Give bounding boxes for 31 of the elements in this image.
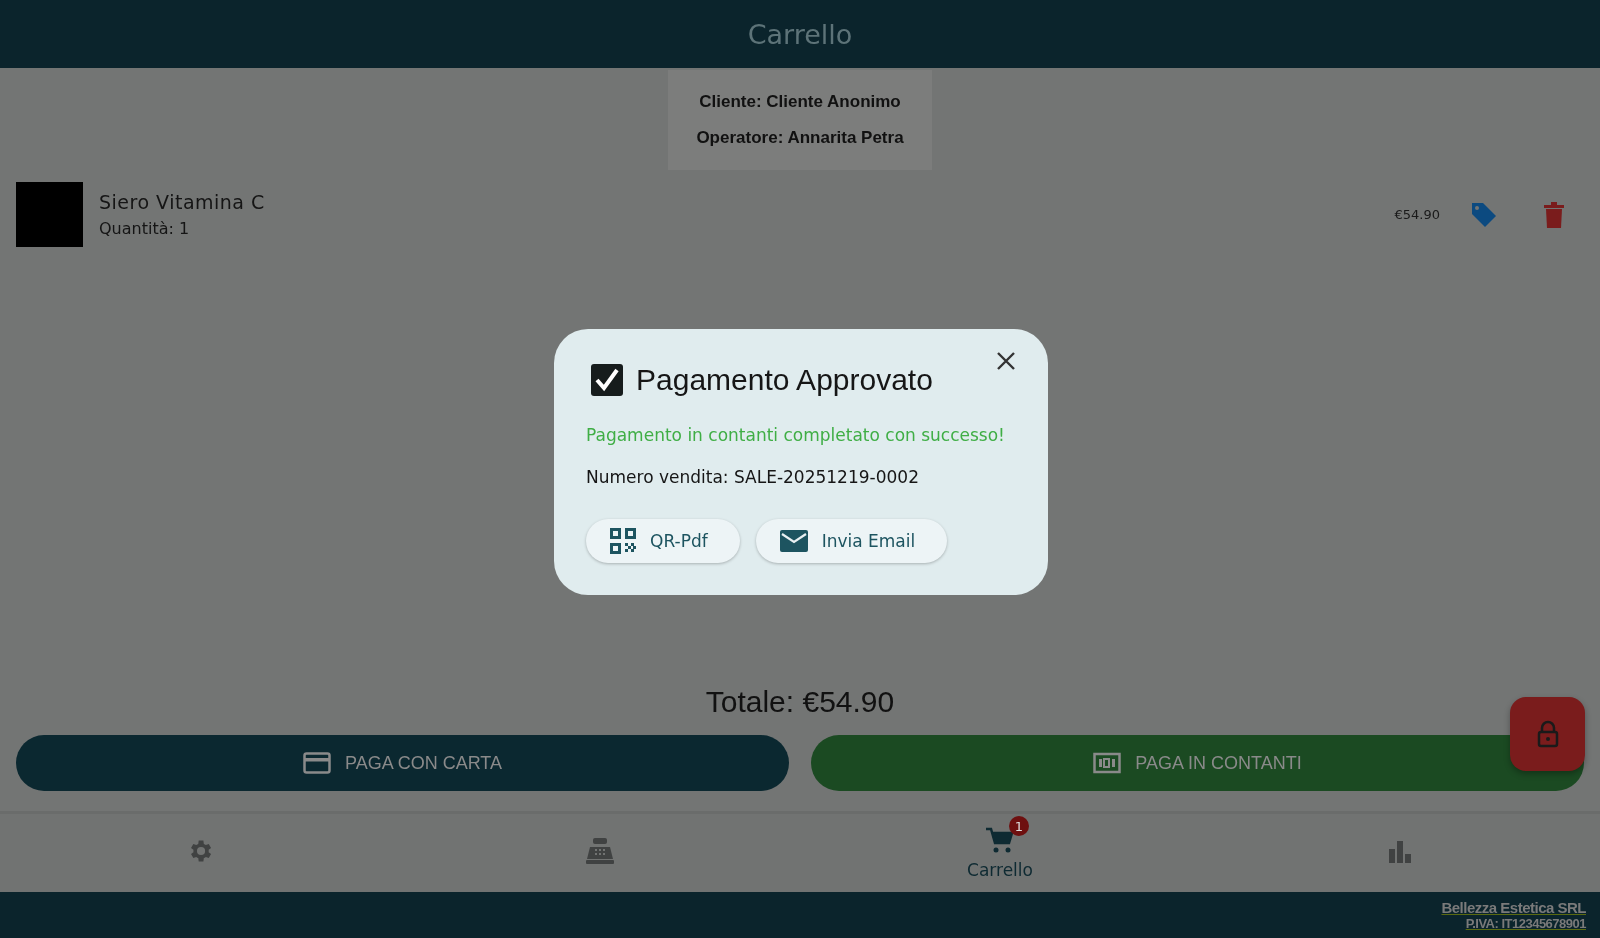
bar-chart-icon [1387,839,1413,863]
product-quantity: Quantità: 1 [99,219,191,238]
dialog-title: Pagamento Approvato [636,363,934,397]
send-email-button[interactable]: Invia Email [755,519,948,563]
sale-number: Numero vendita: SALE-20251219-0002 [586,467,920,487]
close-button[interactable] [996,351,1016,371]
app-title: Carrello [747,18,853,50]
qr-pdf-button[interactable]: QR-Pdf [586,519,740,563]
nav-item[interactable]: 1 Carrello [800,814,1200,892]
vat-number: P.IVA: IT12345678901 [1465,916,1586,931]
cash-register-icon [585,837,615,865]
product-name: Siero Vitamina C [99,191,266,213]
delete-icon[interactable] [1544,201,1564,228]
shopping-cart-icon [985,826,1015,854]
operator-label: Operatore: Annarita Petra [696,128,904,148]
product-price: €54.90 [1394,207,1440,222]
lock-button[interactable] [1510,697,1585,771]
envelope-icon [779,530,808,552]
company-name: Bellezza Estetica SRL [1441,899,1586,916]
credit-card-icon [302,752,331,774]
checkbox-icon [590,363,624,397]
success-message: Pagamento in contanti completato con successo! [586,425,1006,445]
customer-label: Cliente: Cliente Anonimo [699,92,901,112]
price-tag-icon[interactable] [1470,200,1498,229]
pay-card-button[interactable]: PAGA CON CARTA [16,735,789,791]
lock-icon [1536,720,1559,748]
total-label: Totale: €54.90 [704,685,896,719]
count-badge: 1 [1009,816,1029,836]
banknote-icon [1093,752,1122,774]
photo-placeholder [16,182,83,247]
qr-code-icon [610,528,636,554]
